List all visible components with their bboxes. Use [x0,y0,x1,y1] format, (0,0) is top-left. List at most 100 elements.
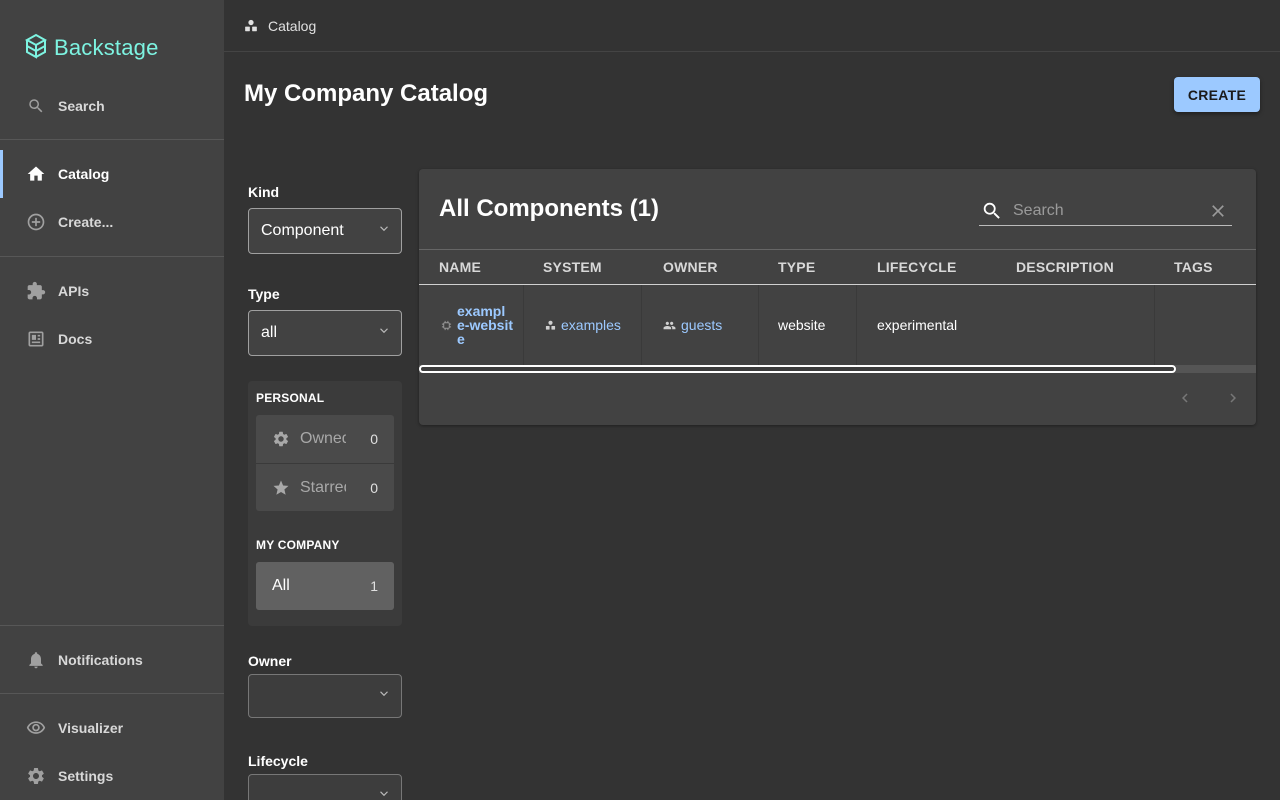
kind-select[interactable]: Component [248,208,402,254]
gear-icon [272,430,292,448]
cell-lifecycle: experimental [877,317,958,333]
breadcrumb-item-catalog[interactable]: Catalog [268,18,316,34]
column-header-description[interactable]: DESCRIPTION [1016,250,1114,284]
cell-name: example-website [441,285,513,365]
sidebar-item-create[interactable]: Create... [0,198,224,246]
sidebar-item-label: Notifications [58,652,143,668]
sidebar-divider [0,256,224,257]
horizontal-scrollbar-thumb[interactable] [419,365,1176,373]
filter-item-count: 0 [370,479,378,496]
cell-system: examples [545,285,621,365]
system-link[interactable]: examples [545,317,621,333]
sidebar-item-notifications[interactable]: Notifications [0,636,224,684]
cell-divider [641,285,642,365]
system-icon [545,320,556,331]
backstage-logo-icon [24,32,48,65]
owner-select[interactable] [248,674,402,718]
sidebar-item-label: Visualizer [58,720,124,736]
table-header: NAME SYSTEM OWNER TYPE LIFECYCLE DESCRIP… [419,249,1256,285]
gear-icon [26,766,46,786]
sidebar-item-visualizer[interactable]: Visualizer [0,704,224,752]
personal-group-title: PERSONAL [256,391,325,405]
previous-page-icon[interactable] [1176,389,1194,407]
column-header-lifecycle[interactable]: LIFECYCLE [877,250,957,284]
star-icon [272,479,292,497]
company-group-title: MY COMPANY [256,538,340,552]
sidebar: Backstage Search Catalog Create... APIs … [0,0,224,800]
filter-item-starred[interactable]: Starred 0 [256,463,394,511]
chevron-down-icon [377,324,391,343]
backstage-logo[interactable]: Backstage [24,32,159,64]
sidebar-item-label: Settings [58,768,114,784]
sidebar-item-label: Search [58,98,105,114]
page-title: My Company Catalog [244,80,489,107]
filter-item-owned[interactable]: Owned 0 [256,415,394,463]
owner-filter-label: Owner [248,653,292,669]
sidebar-item-catalog[interactable]: Catalog [0,150,224,198]
next-page-icon[interactable] [1224,389,1242,407]
cell-divider [1154,285,1155,365]
eye-icon [26,718,46,738]
group-icon [663,319,676,332]
table-title: All Components (1) [439,195,659,222]
kind-select-value: Component [261,222,344,239]
chevron-down-icon [377,787,391,800]
owner-name: guests [681,317,723,333]
entity-name: example-website [457,303,514,347]
kind-filter-label: Kind [248,184,280,200]
sidebar-item-apis[interactable]: APIs [0,267,224,315]
cell-type: website [778,317,826,333]
create-button[interactable]: CREATE [1174,77,1260,112]
extension-icon [26,281,46,301]
entity-link[interactable]: example-website [441,304,513,346]
clear-search-icon[interactable] [1208,201,1228,221]
filter-item-all[interactable]: All 1 [256,562,394,610]
column-header-owner[interactable]: OWNER [663,250,718,284]
filter-item-count: 1 [370,578,378,594]
sidebar-item-label: Docs [58,331,93,347]
lifecycle-select[interactable] [248,774,402,800]
sidebar-divider [0,693,224,694]
column-header-tags[interactable]: TAGS [1174,250,1213,284]
catalog-category-icon [244,19,258,33]
components-table-card: All Components (1) NAME SYSTEM OWNER TYP… [419,169,1256,425]
column-header-type[interactable]: TYPE [778,250,815,284]
sidebar-divider [0,139,224,140]
personal-group: Owned 0 Starred 0 [256,415,394,511]
component-icon [441,320,452,331]
add-circle-icon [26,212,46,232]
sidebar-item-settings[interactable]: Settings [0,752,224,800]
breadcrumb: Catalog [224,0,1280,52]
column-header-system[interactable]: SYSTEM [543,250,602,284]
chevron-down-icon [377,222,391,241]
column-header-name[interactable]: NAME [439,250,481,284]
cell-divider [856,285,857,365]
type-filter-label: Type [248,286,280,302]
search-input[interactable] [1013,201,1203,220]
filter-item-count: 0 [370,431,378,447]
cell-divider [523,285,524,365]
table-row: example-website examples guests website … [419,285,1256,365]
company-group: All 1 [256,562,394,610]
search-icon [981,200,1003,222]
chevron-down-icon [377,687,391,706]
user-list-picker: PERSONAL Owned 0 Starred 0 MY COMPANY Al… [248,381,402,626]
sidebar-item-label: APIs [58,283,90,299]
system-name: examples [561,317,621,333]
lifecycle-filter-label: Lifecycle [248,753,308,769]
owner-link[interactable]: guests [663,317,722,333]
sidebar-item-label: Create... [58,214,114,230]
sidebar-item-label: Catalog [58,166,110,182]
bell-icon [26,650,46,670]
sidebar-item-docs[interactable]: Docs [0,315,224,363]
docs-icon [26,329,46,349]
search-icon [26,96,46,116]
type-select[interactable]: all [248,310,402,356]
cell-owner: guests [663,285,722,365]
logo-text: Backstage [54,35,159,60]
cell-divider [758,285,759,365]
sidebar-item-search[interactable]: Search [0,82,224,130]
filter-item-label: Starred [300,478,346,496]
filter-item-label: All [272,577,290,594]
table-search [979,196,1232,226]
